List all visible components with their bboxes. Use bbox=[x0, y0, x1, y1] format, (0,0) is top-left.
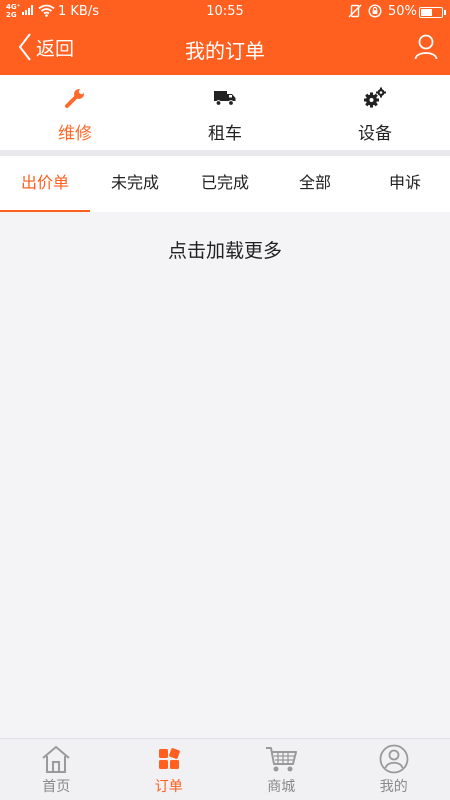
clock: 10:55 bbox=[206, 4, 244, 19]
nav-home[interactable]: 首页 bbox=[0, 739, 113, 800]
tab-all[interactable]: 全部 bbox=[270, 156, 360, 212]
nav-shop[interactable]: 商城 bbox=[225, 739, 338, 800]
user-button[interactable] bbox=[414, 34, 438, 64]
truck-icon bbox=[214, 91, 236, 106]
battery-percent: 50% bbox=[388, 4, 417, 19]
nav-label: 订单 bbox=[154, 779, 183, 795]
status-bar: 4G⁺ 2G 1 KB/s 10:55 50% bbox=[0, 0, 450, 24]
category-label: 租车 bbox=[208, 124, 242, 144]
nav-label: 商城 bbox=[267, 779, 296, 795]
app-header: 返回 我的订单 bbox=[0, 24, 450, 75]
home-icon bbox=[42, 746, 70, 773]
load-more-button[interactable]: 点击加载更多 bbox=[0, 236, 450, 263]
nav-label: 首页 bbox=[42, 779, 71, 795]
tab-appeal[interactable]: 申诉 bbox=[360, 156, 450, 212]
category-bar: 维修 租车 设备 bbox=[0, 75, 450, 150]
vibrate-icon bbox=[348, 4, 362, 18]
rotation-lock-icon bbox=[368, 4, 382, 18]
tab-incomplete[interactable]: 未完成 bbox=[90, 156, 180, 212]
wrench-icon bbox=[65, 88, 85, 108]
tab-completed[interactable]: 已完成 bbox=[180, 156, 270, 212]
chevron-left-icon bbox=[18, 33, 31, 61]
back-label: 返回 bbox=[36, 37, 75, 60]
back-button[interactable]: 返回 bbox=[18, 32, 74, 62]
category-label: 维修 bbox=[58, 124, 92, 144]
category-equipment[interactable]: 设备 bbox=[300, 75, 450, 150]
order-tabs: 出价单 未完成 已完成 全部 申诉 bbox=[0, 156, 450, 212]
tab-bids[interactable]: 出价单 bbox=[0, 156, 90, 212]
nav-profile[interactable]: 我的 bbox=[338, 739, 450, 800]
battery-icon bbox=[419, 7, 446, 18]
nav-label: 我的 bbox=[379, 779, 408, 795]
user-icon bbox=[414, 34, 438, 60]
bottom-nav: 首页 订单 商城 我的 bbox=[0, 738, 450, 800]
gears-icon bbox=[364, 87, 386, 108]
orders-icon bbox=[158, 748, 180, 769]
category-label: 设备 bbox=[358, 124, 392, 144]
profile-icon bbox=[379, 744, 409, 774]
nav-orders[interactable]: 订单 bbox=[113, 739, 226, 800]
category-car-rental[interactable]: 租车 bbox=[150, 75, 300, 150]
cart-icon bbox=[266, 747, 298, 772]
category-repair[interactable]: 维修 bbox=[0, 75, 150, 150]
